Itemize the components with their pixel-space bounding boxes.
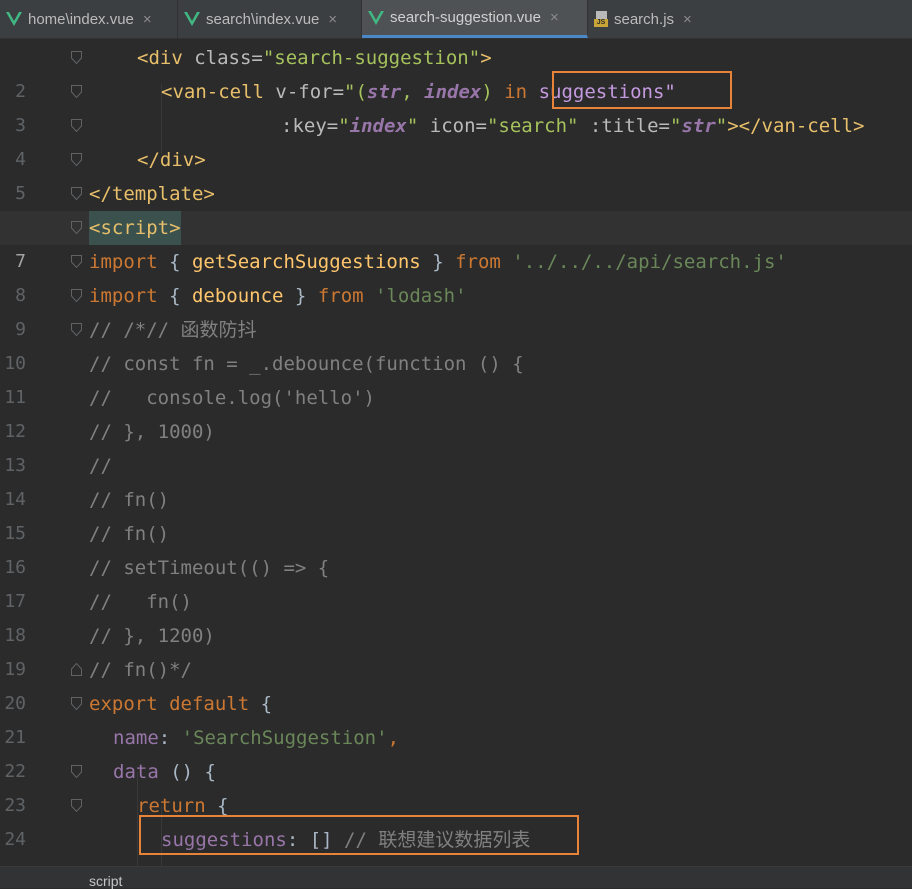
code-text: data () { xyxy=(113,761,216,783)
code-line: 16 // fn() xyxy=(0,517,912,578)
code-comment: // console.log('hello') xyxy=(89,387,375,409)
vue-icon xyxy=(184,12,200,26)
code-line-current: 7 <script> xyxy=(0,211,912,272)
fold-marker-icon[interactable] xyxy=(71,221,82,234)
fold-marker-icon[interactable] xyxy=(71,799,82,812)
code-line: 9 import { debounce } from 'lodash' xyxy=(0,279,912,340)
code-line: 8 import { getSearchSuggestions } from '… xyxy=(0,245,912,306)
code-text: <div class="search-suggestion"> xyxy=(137,47,492,69)
code-line: 3 <van-cell v-for="(str, index) in sugge… xyxy=(0,75,912,136)
code-line: 17 // setTimeout(() => { xyxy=(0,551,912,612)
code-comment: // fn() xyxy=(89,489,170,511)
code-text: </template> xyxy=(89,183,215,205)
fold-marker-icon[interactable] xyxy=(71,255,82,268)
fold-marker-icon[interactable] xyxy=(71,51,82,64)
code-text: } xyxy=(137,857,148,866)
code-line: 2 <div class="search-suggestion"> xyxy=(0,41,912,102)
code-comment: // setTimeout(() => { xyxy=(89,557,330,579)
code-comment: // fn()*/ xyxy=(89,659,192,681)
code-line: 22 name: 'SearchSuggestion', xyxy=(0,721,912,782)
code-line: 14 // xyxy=(0,449,912,510)
code-comment: // fn() xyxy=(89,591,192,613)
code-line: 18 // fn() xyxy=(0,585,912,646)
code-line: 15 // fn() xyxy=(0,483,912,544)
code-line: 20 // fn()*/ xyxy=(0,653,912,714)
code-text: name: 'SearchSuggestion', xyxy=(113,727,400,749)
tab-label: search-suggestion.vue xyxy=(390,9,541,26)
tab-search-suggestion-vue[interactable]: search-suggestion.vue × xyxy=(362,0,588,38)
fold-marker-icon[interactable] xyxy=(71,85,82,98)
tab-label: home\index.vue xyxy=(28,10,134,28)
code-comment: // fn() xyxy=(89,523,170,545)
code-comment: // xyxy=(89,455,112,477)
code-line: 11 // const fn = _.debounce(function () … xyxy=(0,347,912,408)
code-text: :key="index" icon="search" :title="str">… xyxy=(281,115,865,137)
code-line: 13 // }, 1000) xyxy=(0,415,912,476)
js-file-icon: JS xyxy=(594,11,608,27)
code-text: import { getSearchSuggestions } from '..… xyxy=(89,251,787,273)
code-text: </div> xyxy=(137,149,206,171)
breadcrumb-bar: script xyxy=(0,866,912,889)
code-text: export default { xyxy=(89,693,273,715)
code-line: 4 :key="index" icon="search" :title="str… xyxy=(0,109,912,170)
code-line: 26 } xyxy=(0,857,912,866)
fold-marker-icon[interactable] xyxy=(71,153,82,166)
fold-marker-icon[interactable] xyxy=(71,323,82,336)
code-line: 5 </div> xyxy=(0,143,912,204)
tab-label: search\index.vue xyxy=(206,10,320,28)
code-line: 23 data () { xyxy=(0,755,912,816)
code-line: 19 // }, 1200) xyxy=(0,619,912,680)
fold-marker-icon[interactable] xyxy=(71,765,82,778)
code-line: 12 // console.log('hello') xyxy=(0,381,912,442)
editor-tab-bar: home\index.vue × search\index.vue × sear… xyxy=(0,0,912,39)
code-comment: // }, 1000) xyxy=(89,421,215,443)
fold-marker-icon[interactable] xyxy=(71,697,82,710)
code-line: 21 export default { xyxy=(0,687,912,748)
tab-search-js[interactable]: JS search.js × xyxy=(588,0,708,38)
fold-marker-icon[interactable] xyxy=(71,663,82,676)
close-icon[interactable]: × xyxy=(328,11,337,28)
code-text: <script> xyxy=(89,211,181,245)
fold-marker-icon[interactable] xyxy=(71,119,82,132)
code-comment: // }, 1200) xyxy=(89,625,215,647)
highlight-box-suggestions-binding xyxy=(552,71,732,109)
code-comment: // const fn = _.debounce(function () { xyxy=(89,353,524,375)
vue-icon xyxy=(368,10,384,25)
close-icon[interactable]: × xyxy=(683,11,692,28)
tab-home-index-vue[interactable]: home\index.vue × xyxy=(0,0,178,38)
code-comment: // /*// 函数防抖 xyxy=(89,319,257,341)
close-icon[interactable]: × xyxy=(143,11,152,28)
code-line: 6 </template> xyxy=(0,177,912,238)
code-text: import { debounce } from 'lodash' xyxy=(89,285,467,307)
fold-marker-icon[interactable] xyxy=(71,187,82,200)
close-icon[interactable]: × xyxy=(550,9,559,26)
fold-marker-icon[interactable] xyxy=(71,289,82,302)
tab-label: search.js xyxy=(614,10,675,28)
vue-icon xyxy=(6,12,22,26)
code-editor[interactable]: 2 <div class="search-suggestion"> 3 <van… xyxy=(0,38,912,866)
highlight-box-suggestions-data xyxy=(139,815,579,855)
code-line: 10 // /*// 函数防抖 xyxy=(0,313,912,374)
tab-search-index-vue[interactable]: search\index.vue × xyxy=(178,0,362,38)
